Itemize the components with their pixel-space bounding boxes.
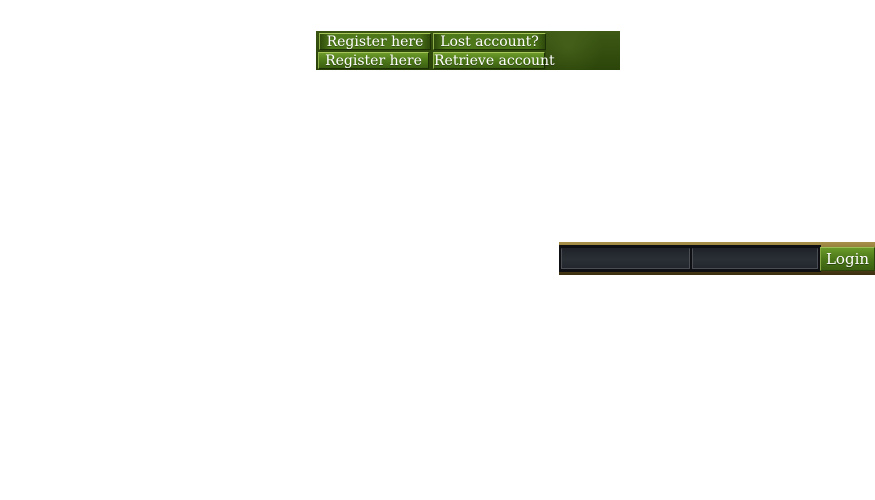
retrieve-account-button[interactable]: Retrieve account [433, 52, 555, 69]
register-here-button[interactable]: Register here [319, 33, 431, 50]
login-button[interactable]: Login [820, 247, 875, 271]
account-nav-panel: Register here Lost account? Register her… [316, 31, 620, 70]
lost-account-button[interactable]: Lost account? [433, 33, 546, 50]
username-input[interactable] [561, 248, 690, 269]
login-bar: Login [559, 242, 875, 275]
password-input[interactable] [692, 248, 818, 269]
nav-panel-texture [546, 31, 620, 70]
register-here-button-alt[interactable]: Register here [318, 52, 429, 69]
